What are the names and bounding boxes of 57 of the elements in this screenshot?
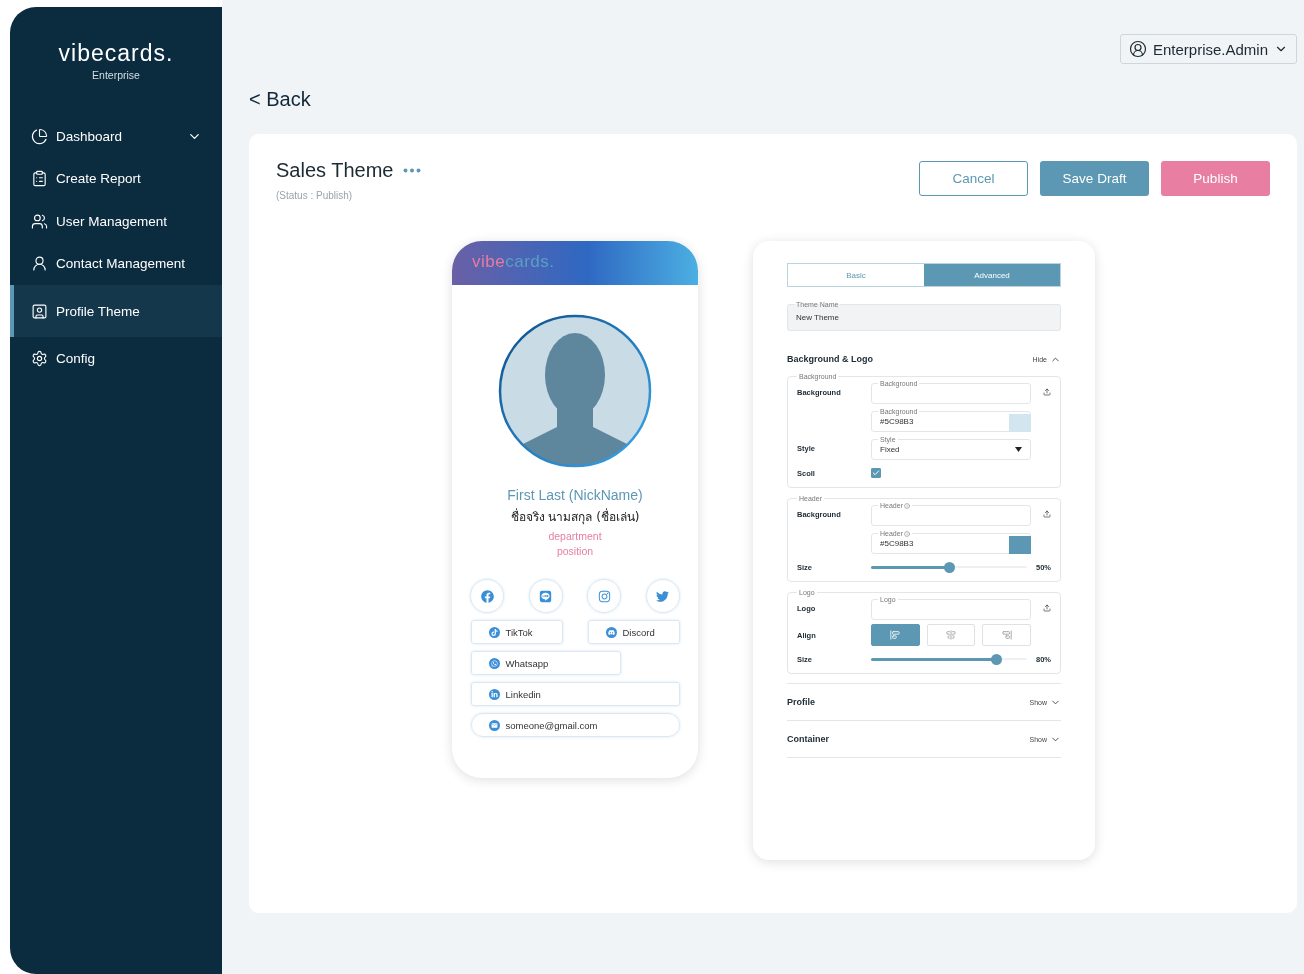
instagram-icon [597,589,611,603]
logo-subtitle: Enterprise [92,69,140,81]
align-center-icon [946,630,956,640]
page-title: Sales Theme [276,159,394,182]
align-right-icon [1001,630,1012,640]
twitter-icon [656,589,670,603]
line-icon [539,589,553,603]
facebook-icon [480,589,494,603]
logo: vibecards. [58,40,174,67]
size-slider[interactable] [871,561,1027,573]
nav-item[interactable]: Profile Theme [10,285,222,337]
color-swatch[interactable] [1009,414,1031,432]
tiktok-icon [488,626,500,638]
profile-card-icon [31,302,48,320]
more-icon[interactable] [403,168,422,173]
info-icon [903,530,910,537]
nav-item[interactable]: User Management [10,200,222,243]
info-icon [903,502,910,509]
align-right-button[interactable] [982,624,1031,646]
department-text: department [548,530,602,542]
user-icon [31,255,48,273]
color-swatch[interactable] [1009,536,1031,554]
whatsapp-icon [488,657,500,669]
upload-icon[interactable] [1043,510,1051,518]
contact-link[interactable]: TikTok [470,620,563,644]
nav-item[interactable]: Create Report [10,157,222,200]
pie-chart-icon [31,127,48,145]
contact-link[interactable]: Discord [587,620,680,644]
status-text: (Status : Publish) [276,190,354,201]
position-text: position [556,545,594,557]
email-icon [488,719,500,731]
settings-icon [31,349,48,367]
clipboard-icon [31,170,48,188]
contact-link[interactable]: Whatsapp [470,651,621,675]
profile-local-name: ชื่อจริง นามสกุล (ชื่อเล่น) [510,507,640,526]
dropdown-arrow-icon [1015,447,1022,452]
profile-name: First Last (NickName) [507,487,643,503]
nav-item[interactable]: Config [10,337,222,380]
upload-icon[interactable] [1043,388,1051,396]
checkbox[interactable] [871,468,881,478]
section-title: Container [787,734,829,744]
contact-link[interactable]: Linkedin [470,682,680,706]
user-menu[interactable]: Enterprise.Admin [1119,34,1297,64]
align-left-icon [890,630,901,640]
nav-item[interactable]: Contact Management [10,242,222,285]
users-icon [31,212,48,230]
upload-icon[interactable] [1043,604,1051,612]
align-left-button[interactable] [871,624,920,646]
size-slider[interactable] [871,653,1027,665]
preview-logo: vibecards. [472,252,555,271]
back-link[interactable]: < Back [249,88,311,111]
linkedin-icon [488,688,500,700]
discord-icon [605,626,617,638]
user-icon [1128,40,1147,58]
nav-item[interactable]: Dashboard [10,115,222,158]
section-title: Background & Logo [787,354,873,364]
section-title: Profile [787,697,815,707]
